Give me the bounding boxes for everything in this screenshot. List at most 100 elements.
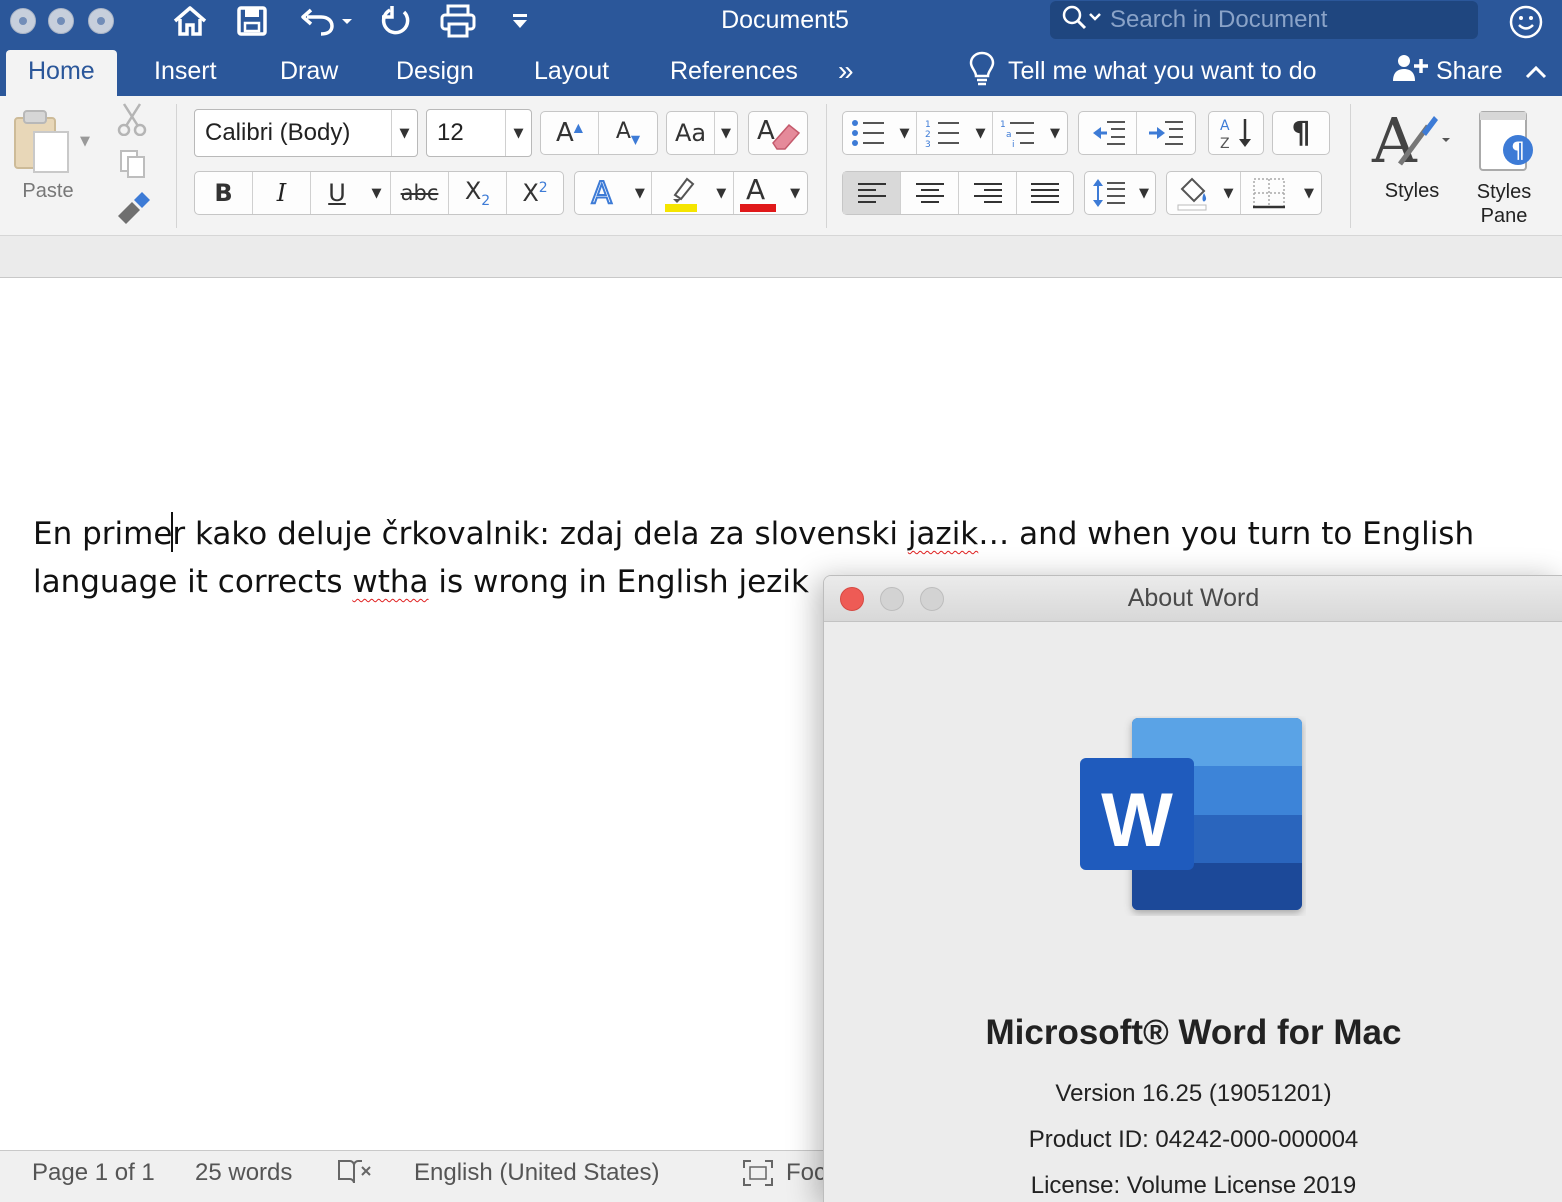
multilevel-dropdown-icon[interactable]: ▼ <box>1043 112 1067 154</box>
ribbon-separator <box>826 104 827 228</box>
grow-font-button[interactable]: A▲ <box>541 112 599 154</box>
align-center-button[interactable] <box>901 172 959 214</box>
proofing-icon[interactable] <box>336 1157 372 1194</box>
multilevel-list-button[interactable]: 1ai <box>993 112 1043 154</box>
ribbon-tabs: Home Insert Draw Design Layout Reference… <box>0 44 1562 96</box>
superscript-button[interactable]: X2 <box>507 172 563 214</box>
focus-label[interactable]: Foc <box>786 1159 826 1187</box>
bold-button[interactable]: B <box>195 172 253 214</box>
change-case-dropdown-icon[interactable]: ▼ <box>715 112 737 154</box>
copy-icon[interactable] <box>118 148 148 185</box>
spelling-error[interactable]: jazik <box>908 516 978 552</box>
bullet-list-icon <box>852 120 884 146</box>
styles-button[interactable]: A Styles <box>1370 104 1460 228</box>
italic-button[interactable]: I <box>253 172 311 214</box>
word-count[interactable]: 25 words <box>195 1159 292 1187</box>
text-effects-dropdown-icon[interactable]: ▼ <box>629 172 653 214</box>
spelling-error[interactable]: wtha <box>352 564 428 600</box>
underline-label: U <box>328 179 346 207</box>
home-icon[interactable] <box>170 4 210 38</box>
text-run: r kako deluje črkovalnik: zdaj dela za s… <box>172 516 908 552</box>
tell-me-label: Tell me what you want to do <box>1008 56 1317 85</box>
language-indicator[interactable]: English (United States) <box>414 1159 659 1187</box>
share-button[interactable]: Share <box>1392 50 1547 92</box>
bullets-dropdown-icon[interactable]: ▼ <box>893 112 917 154</box>
window-zoom-button[interactable] <box>88 8 114 34</box>
tell-me-box[interactable]: Tell me what you want to do <box>968 50 1317 92</box>
text-run: language it corrects <box>33 564 353 600</box>
format-painter-icon[interactable] <box>114 192 150 231</box>
styles-pane-button[interactable]: ¶ Styles Pane <box>1466 106 1546 228</box>
search-box[interactable]: Search in Document <box>1050 1 1478 39</box>
font-color-dropdown-icon[interactable]: ▼ <box>783 172 807 214</box>
styles-pane-label-line1: Styles <box>1476 181 1532 203</box>
tab-home[interactable]: Home <box>6 50 117 96</box>
justify-button[interactable] <box>1017 172 1073 214</box>
increase-indent-button[interactable] <box>1137 112 1195 154</box>
cut-icon[interactable] <box>116 102 148 141</box>
text-color-group: A ▼ ▼ A ▼ <box>574 171 808 215</box>
numbering-button[interactable]: 123 <box>917 112 969 154</box>
align-left-button[interactable] <box>843 172 901 214</box>
undo-icon[interactable] <box>296 4 356 38</box>
tab-layout[interactable]: Layout <box>534 50 609 96</box>
customize-toolbar-icon[interactable] <box>506 4 534 38</box>
text-effects-button[interactable]: A <box>575 172 629 214</box>
pilcrow-icon: ¶ <box>1291 115 1311 151</box>
underline-dropdown-icon[interactable]: ▼ <box>363 172 391 214</box>
numbering-dropdown-icon[interactable]: ▼ <box>969 112 993 154</box>
font-name-select[interactable]: Calibri (Body) ▼ <box>194 109 418 157</box>
font-size-select[interactable]: 12 ▼ <box>426 109 532 157</box>
underline-button[interactable]: U <box>311 172 363 214</box>
paste-button[interactable] <box>10 106 80 176</box>
window-minimize-button[interactable] <box>48 8 74 34</box>
indent-group <box>1078 111 1196 155</box>
svg-text:¶: ¶ <box>1511 139 1525 164</box>
save-icon[interactable] <box>234 4 270 38</box>
styles-icon: A <box>1371 104 1450 177</box>
strikethrough-button[interactable]: abc <box>391 172 449 214</box>
decrease-indent-button[interactable] <box>1079 112 1137 154</box>
focus-mode-icon[interactable] <box>742 1159 774 1194</box>
font-color-button[interactable]: A <box>734 172 784 214</box>
styles-pane-icon: ¶ <box>1479 111 1533 171</box>
alignment-group <box>842 171 1074 215</box>
tab-design[interactable]: Design <box>396 50 474 96</box>
search-placeholder: Search in Document <box>1110 6 1328 33</box>
change-case-group: Aa ▼ <box>666 111 738 155</box>
redo-icon[interactable] <box>376 4 416 38</box>
window-close-button[interactable] <box>10 8 36 34</box>
collapse-ribbon-icon[interactable] <box>1525 57 1547 86</box>
subscript-button[interactable]: X2 <box>449 172 507 214</box>
chevron-down-icon: ▼ <box>505 110 531 156</box>
print-icon[interactable] <box>438 4 478 38</box>
feedback-smiley-icon[interactable] <box>1508 4 1544 45</box>
change-case-button[interactable]: Aa <box>667 112 715 154</box>
line-spacing-dropdown-icon[interactable]: ▼ <box>1133 172 1155 214</box>
page-count[interactable]: Page 1 of 1 <box>32 1159 155 1187</box>
shading-dropdown-icon[interactable]: ▼ <box>1217 172 1241 214</box>
highlight-dropdown-icon[interactable]: ▼ <box>710 172 734 214</box>
sort-button[interactable]: AZ <box>1209 112 1263 154</box>
tab-references[interactable]: References <box>670 50 798 96</box>
tab-insert[interactable]: Insert <box>154 50 217 96</box>
highlight-button[interactable] <box>652 172 710 214</box>
strikethrough-label: abc <box>400 181 439 205</box>
add-person-icon <box>1392 53 1428 90</box>
svg-text:W: W <box>1101 778 1173 863</box>
styles-pane-label-line2: Pane <box>1480 205 1528 227</box>
shrink-font-button[interactable]: A▼ <box>599 112 657 154</box>
shading-button[interactable] <box>1167 172 1217 214</box>
grow-font-icon: A▲ <box>555 118 584 148</box>
align-right-button[interactable] <box>959 172 1017 214</box>
borders-button[interactable] <box>1241 172 1297 214</box>
text-style-group: B I U ▼ abc X2 X2 <box>194 171 564 215</box>
borders-dropdown-icon[interactable]: ▼ <box>1297 172 1321 214</box>
tabs-overflow-button[interactable]: » <box>838 50 854 96</box>
line-spacing-button[interactable] <box>1085 172 1133 214</box>
show-formatting-button[interactable]: ¶ <box>1273 112 1329 154</box>
bullets-button[interactable] <box>843 112 893 154</box>
paste-dropdown-icon[interactable]: ▼ <box>80 134 90 149</box>
tab-draw[interactable]: Draw <box>280 50 338 96</box>
clear-formatting-button[interactable]: A <box>749 112 807 154</box>
